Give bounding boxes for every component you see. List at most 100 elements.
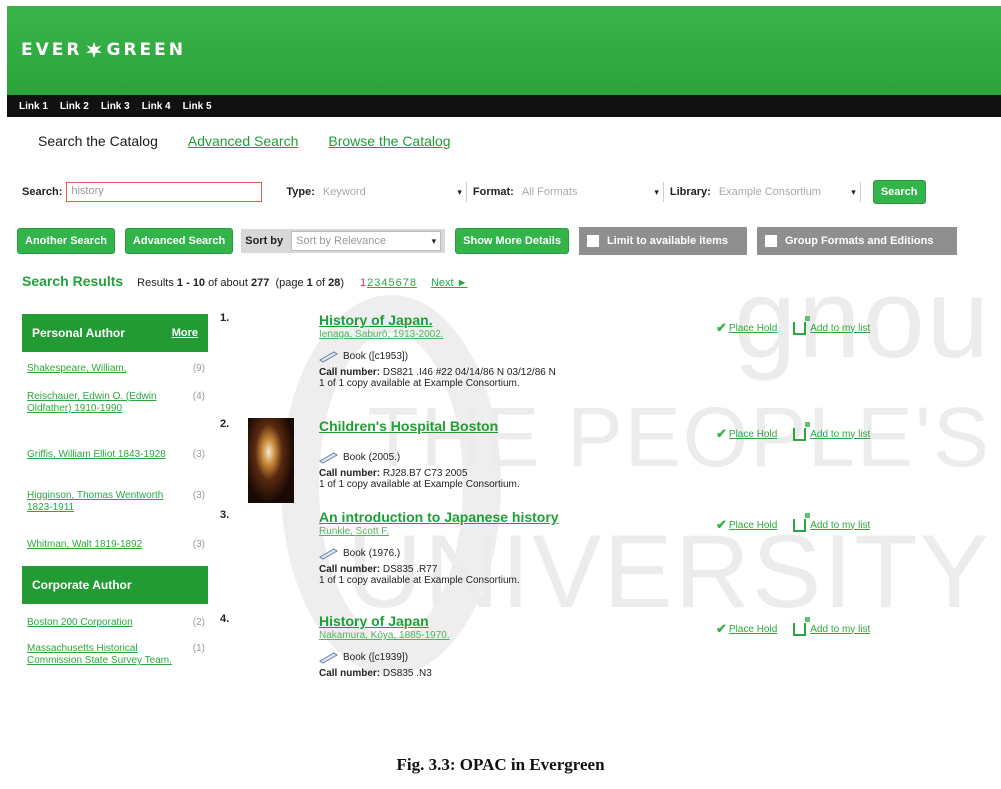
group-checkbox[interactable] [764, 235, 777, 247]
type-select[interactable]: Keyword ▾ [319, 182, 467, 202]
search-input[interactable]: history [66, 182, 263, 202]
sort-value: Sort by Relevance [296, 235, 387, 247]
result-actions: ✔ Place Hold Add to my list [716, 315, 870, 336]
facet-item-name[interactable]: Boston 200 Corporation [27, 617, 177, 629]
page-current: 1 [306, 277, 313, 289]
another-search-button[interactable]: Another Search [17, 228, 115, 254]
nav-link-2[interactable]: Link 2 [60, 101, 89, 112]
facet-item[interactable]: Boston 200 Corporation (2) [27, 617, 205, 629]
add-list-icon [793, 616, 811, 636]
pagination[interactable]: 12345678 [360, 277, 417, 289]
format-select[interactable]: All Formats ▾ [518, 182, 664, 202]
group-formats-toggle[interactable]: Group Formats and Editions [756, 227, 957, 255]
add-to-list-link[interactable]: Add to my list [810, 624, 870, 635]
result-title[interactable]: History of Japan. [319, 312, 739, 328]
results-title: Search Results [22, 273, 124, 289]
result-body: History of Japan Nakamura, Kōya, 1885-19… [319, 613, 739, 679]
facet-item[interactable]: Reischauer, Edwin O. (Edwin Oldfather) 1… [27, 391, 205, 415]
result-number: 4. [220, 613, 230, 625]
facet-item[interactable]: Higginson, Thomas Wentworth 1823-1911 (3) [27, 490, 205, 514]
nav-link-4[interactable]: Link 4 [142, 101, 171, 112]
facet-item-name[interactable]: Shakespeare, William, [27, 363, 177, 375]
facet-item-count: (2) [192, 617, 205, 628]
cover-image[interactable] [248, 418, 294, 503]
result-availability: 1 of 1 copy available at Example Consort… [319, 378, 520, 389]
facet-item-name[interactable]: Higginson, Thomas Wentworth 1823-1911 [27, 490, 177, 514]
tab-browse-catalog[interactable]: Browse the Catalog [328, 133, 450, 149]
facet-item[interactable]: Griffis, William Elliot 1843-1928 (3) [27, 449, 205, 461]
limit-checkbox[interactable] [586, 235, 599, 247]
format-label: Format: [472, 186, 514, 198]
result-author[interactable]: Nakamura, Kōya, 1885-1970. [319, 630, 739, 641]
result-call-number: Call number: DS835 .R77 [319, 564, 739, 575]
result-format: Book ([c1939]) [319, 650, 739, 664]
nav-link-3[interactable]: Link 3 [101, 101, 130, 112]
library-select[interactable]: Example Consortium ▾ [715, 182, 861, 202]
facet-corporate-author-title: Corporate Author [32, 578, 132, 592]
nav-link-5[interactable]: Link 5 [183, 101, 212, 112]
advanced-search-button[interactable]: Advanced Search [124, 228, 234, 254]
place-hold-link[interactable]: Place Hold [729, 520, 777, 531]
logo-text-right: GREEN [106, 40, 186, 60]
facet-item-name[interactable]: Griffis, William Elliot 1843-1928 [27, 449, 177, 461]
nav-link-1[interactable]: Link 1 [19, 101, 48, 112]
facet-item[interactable]: Whitman, Walt 1819-1892 (3) [27, 539, 205, 551]
result-title[interactable]: History of Japan [319, 613, 739, 629]
call-number-value: RJ28.B7 C73 2005 [382, 468, 468, 479]
add-to-list-link[interactable]: Add to my list [810, 520, 870, 531]
result-author[interactable]: Ienaga, Saburō, 1913-2002. [319, 329, 739, 340]
facet-personal-author-title: Personal Author [32, 326, 125, 340]
place-hold-link[interactable]: Place Hold [729, 323, 777, 334]
search-label: Search: [22, 186, 63, 198]
place-hold-link[interactable]: Place Hold [729, 624, 777, 635]
format-value: All Formats [521, 186, 578, 198]
facet-more-link[interactable]: More [172, 327, 198, 339]
result-format-text: Book (2005.) [343, 451, 401, 463]
library-label: Library: [669, 186, 711, 198]
facet-item-name[interactable]: Massachusetts Historical Commission Stat… [27, 643, 177, 667]
evergreen-logo[interactable]: EVER GREEN [21, 40, 186, 60]
show-more-details-button[interactable]: Show More Details [455, 228, 569, 254]
facet-item[interactable]: Shakespeare, William, (9) [27, 363, 205, 375]
facet-item[interactable]: Massachusetts Historical Commission Stat… [27, 643, 205, 667]
result-format-text: Book ([c1953]) [343, 350, 409, 362]
result-author[interactable]: Runkle, Scott F. [319, 526, 739, 537]
page-links[interactable]: 2345678 [367, 277, 417, 289]
facet-item-count: (1) [192, 643, 205, 654]
add-list-icon [793, 315, 811, 335]
result-format-text: Book ([c1939]) [343, 651, 409, 663]
result-number: 3. [220, 509, 230, 521]
type-label: Type: [286, 186, 315, 198]
result-title[interactable]: An introduction to Japanese history [319, 509, 739, 525]
next-page-link[interactable]: Next ► [431, 277, 468, 289]
dropdown-icon: ▾ [851, 186, 856, 197]
dropdown-icon: ▾ [654, 186, 659, 197]
add-list-icon [793, 421, 811, 441]
result-availability: 1 of 1 copy available at Example Consort… [319, 575, 520, 586]
results-summary: Search Results Results 1 - 10 of about 2… [22, 273, 468, 289]
group-label: Group Formats and Editions [784, 235, 934, 247]
limit-available-toggle[interactable]: Limit to available items [578, 227, 747, 255]
place-hold-link[interactable]: Place Hold [729, 429, 777, 440]
results-range: 1 - 10 [176, 277, 206, 289]
sort-control: Sort by Sort by Relevance ▾ [241, 229, 446, 253]
call-number-label: Call number: [319, 367, 381, 378]
result-format: Book (2005.) [319, 450, 739, 464]
search-bar: Search: history Type: Keyword ▾ Format: A… [22, 180, 982, 204]
add-to-list-link[interactable]: Add to my list [810, 323, 870, 334]
call-number-label: Call number: [319, 668, 381, 679]
search-button[interactable]: Search [872, 180, 926, 204]
result-call-number: Call number: DS835 .N3 [319, 668, 739, 679]
result-actions: ✔ Place Hold Add to my list [716, 616, 870, 637]
facet-item-name[interactable]: Reischauer, Edwin O. (Edwin Oldfather) 1… [27, 391, 177, 415]
tab-search-catalog[interactable]: Search the Catalog [38, 133, 158, 149]
tab-advanced-search[interactable]: Advanced Search [188, 133, 299, 149]
site-header: EVER GREEN [7, 6, 1001, 95]
sort-select[interactable]: Sort by Relevance ▾ [291, 231, 442, 251]
facet-item-name[interactable]: Whitman, Walt 1819-1892 [27, 539, 177, 551]
facet-item-count: (9) [192, 363, 205, 374]
catalog-tabs: Search the Catalog Advanced Search Brows… [38, 133, 451, 149]
result-title[interactable]: Children's Hospital Boston [319, 418, 739, 434]
add-to-list-link[interactable]: Add to my list [810, 429, 870, 440]
call-number-value: DS835 .R77 [382, 564, 438, 575]
